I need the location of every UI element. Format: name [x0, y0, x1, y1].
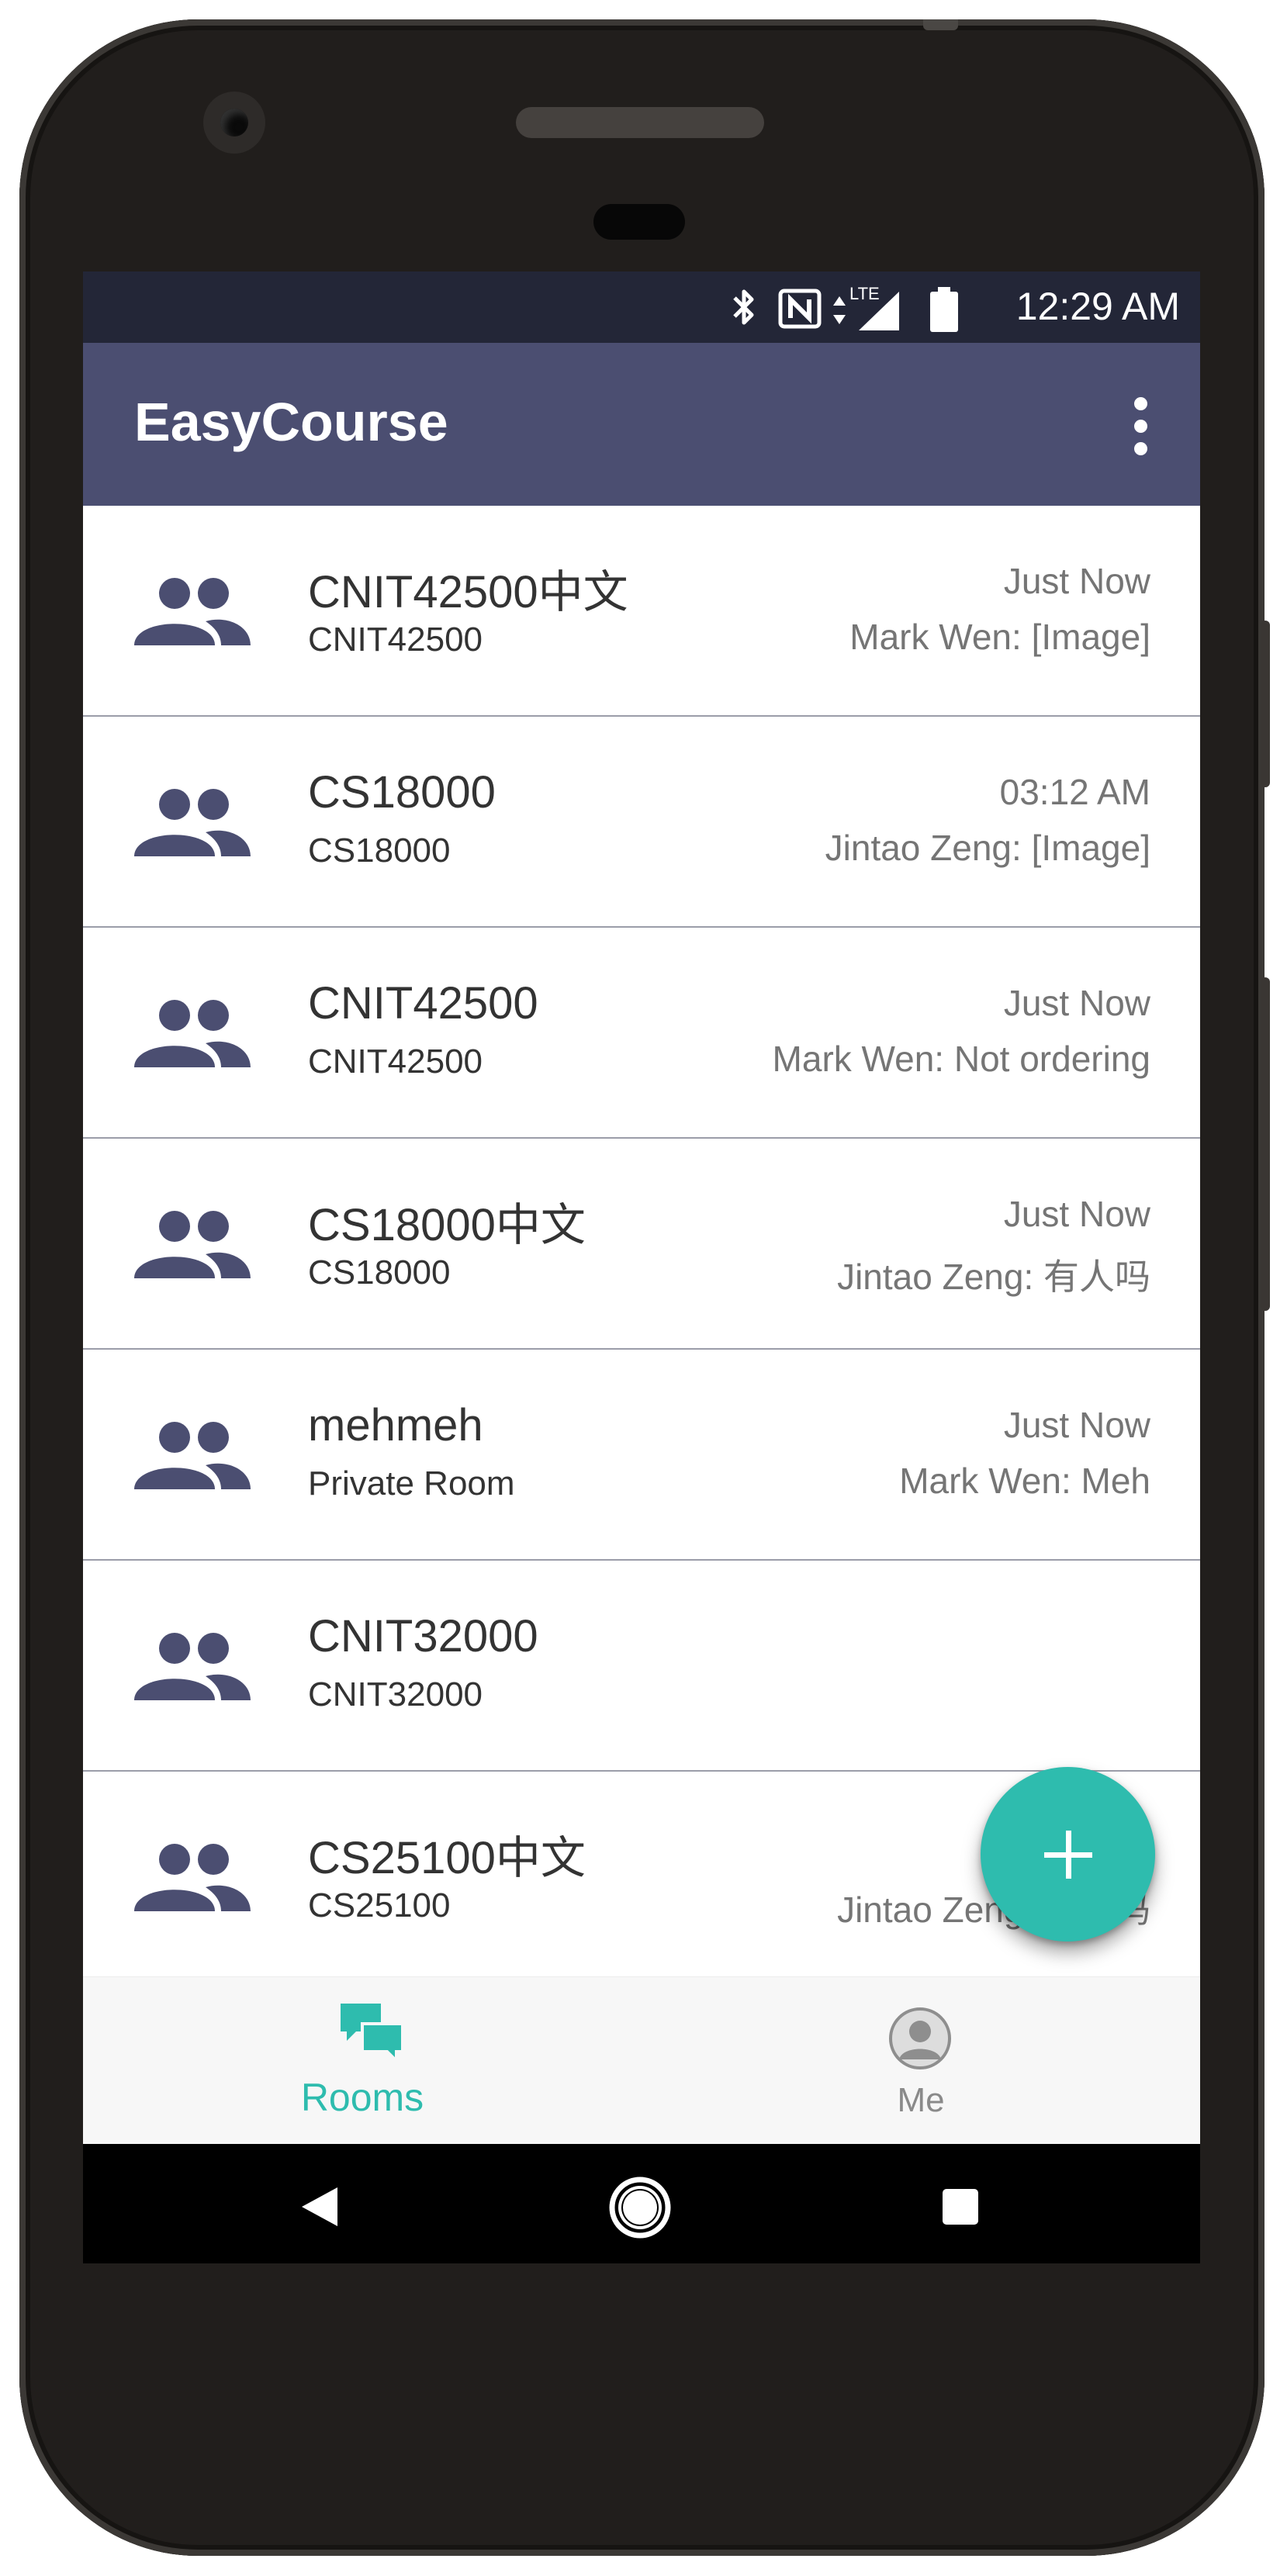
room-list-item[interactable]: CS18000中文 CS18000 Just Now Jintao Zeng: … [83, 1139, 1200, 1350]
add-room-button[interactable] [981, 1767, 1155, 1942]
group-icon [134, 1422, 251, 1489]
room-name: mehmeh [308, 1400, 483, 1451]
group-icon [134, 1633, 251, 1700]
room-last-message: Mark Wen: [Image] [849, 617, 1150, 657]
room-subtitle: CS18000 [308, 832, 451, 870]
battery-icon [930, 287, 958, 332]
room-subtitle: CNIT42500 [308, 621, 483, 659]
room-time: Just Now [1003, 561, 1150, 601]
home-icon[interactable] [607, 2175, 673, 2240]
room-name: CS18000中文 [308, 1200, 586, 1250]
room-subtitle: CS25100 [308, 1886, 451, 1924]
room-name: CNIT32000 [308, 1611, 538, 1661]
room-name: CS18000 [308, 767, 496, 818]
group-icon [134, 789, 251, 856]
lte-signal-icon: LTE [849, 284, 899, 330]
status-time: 12:29 AM [1015, 285, 1180, 328]
room-last-message: Mark Wen: Meh [899, 1461, 1150, 1501]
group-icon [134, 1844, 251, 1911]
earpiece-speaker [516, 107, 764, 138]
room-time: Just Now [1003, 1194, 1150, 1234]
room-subtitle: Private Room [308, 1464, 515, 1502]
room-list-item[interactable]: CNIT32000 CNIT32000 [83, 1561, 1200, 1772]
front-camera [203, 92, 265, 154]
room-subtitle: CS18000 [308, 1253, 451, 1291]
room-time: Just Now [1003, 983, 1150, 1023]
nav-item-me[interactable]: Me [642, 1977, 1200, 2145]
room-list-item[interactable]: mehmeh Private Room Just Now Mark Wen: M… [83, 1350, 1200, 1561]
room-subtitle: CNIT42500 [308, 1043, 483, 1081]
side-button-volume [1261, 977, 1270, 1311]
group-icon [134, 1000, 251, 1067]
room-name: CNIT42500中文 [308, 567, 628, 617]
data-arrows-icon [833, 296, 846, 324]
svg-text:LTE: LTE [849, 284, 880, 303]
room-name: CS25100中文 [308, 1833, 586, 1883]
overflow-menu-icon[interactable] [1115, 391, 1161, 461]
phone-top-notch [923, 19, 958, 30]
room-subtitle: CNIT32000 [308, 1675, 483, 1713]
group-icon [134, 1211, 251, 1278]
bluetooth-icon [733, 289, 754, 325]
group-icon [134, 578, 251, 645]
app-title: EasyCourse [134, 392, 448, 452]
room-time: Just Now [1003, 1405, 1150, 1445]
room-list-item[interactable]: CNIT42500中文 CNIT42500 Just Now Mark Wen:… [83, 506, 1200, 717]
room-last-message: Jintao Zeng: [Image] [825, 828, 1150, 868]
room-list-item[interactable]: CNIT42500 CNIT42500 Just Now Mark Wen: N… [83, 928, 1200, 1139]
recents-icon[interactable] [941, 2187, 980, 2226]
system-navigation-bar [83, 2144, 1200, 2263]
screen: LTE 12:29 AM EasyCourse CNIT42500中文 CNIT… [83, 271, 1200, 2263]
room-name: CNIT42500 [308, 978, 538, 1029]
app-bar: EasyCourse [83, 343, 1200, 506]
room-list: CNIT42500中文 CNIT42500 Just Now Mark Wen:… [83, 506, 1200, 1981]
chat-bubbles-icon [341, 2004, 404, 2065]
room-last-message: Jintao Zeng: 有人吗 [837, 1257, 1150, 1297]
plus-icon-vertical [1066, 1831, 1071, 1879]
room-last-message: Mark Wen: Not ordering [772, 1039, 1150, 1079]
room-list-item[interactable]: CS18000 CS18000 03:12 AM Jintao Zeng: [I… [83, 717, 1200, 928]
room-time: 03:12 AM [999, 772, 1150, 812]
nfc-icon [778, 289, 822, 329]
nav-label-rooms: Rooms [300, 2076, 424, 2119]
status-bar: LTE 12:29 AM [83, 271, 1200, 343]
nav-item-rooms[interactable]: Rooms [83, 1977, 642, 2145]
proximity-sensor [593, 204, 685, 240]
bottom-navigation: Rooms Me [83, 1976, 1200, 2145]
account-icon [889, 2007, 951, 2069]
side-button-power [1261, 621, 1270, 787]
nav-label-me: Me [897, 2081, 945, 2119]
back-icon[interactable] [300, 2186, 339, 2228]
